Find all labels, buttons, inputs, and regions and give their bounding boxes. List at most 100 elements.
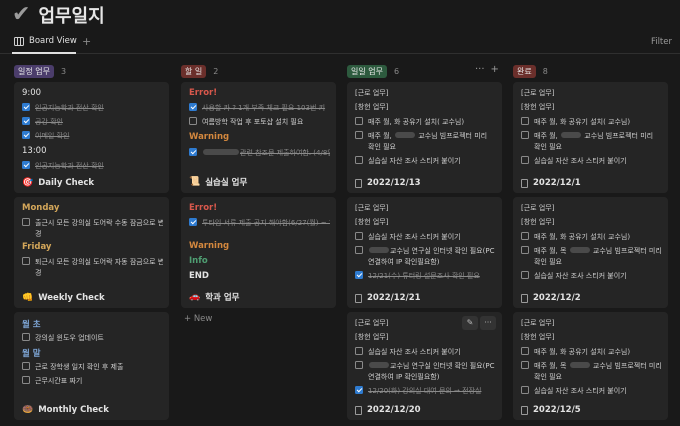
checkbox-icon[interactable] [22, 376, 30, 384]
todo-item[interactable]: 12/20(화) 강의실 대여 문의 → 전장실 [355, 386, 496, 396]
error-heading: Error! [189, 88, 218, 98]
card-done-1202[interactable]: [근로 업무] [창헌 업무] 매주 월, 화 공유기 설치( 교수님) 매주 … [513, 197, 668, 308]
card-done-1205[interactable]: [근로 업무] [창헌 업무] 매주 월, 화 공유기 설치( 교수님) 매주 … [513, 312, 668, 420]
card-daily-check[interactable]: 9:00 인공지능학과 전산 확인 공강 확인 이메일 확인 13:00 인공지… [14, 82, 169, 193]
todo-item[interactable]: 교수님 연구실 인터넷 확인 필요(PC [355, 361, 496, 371]
checkbox-checked-icon[interactable] [22, 117, 30, 125]
checkbox-checked-icon[interactable] [355, 271, 363, 279]
checkbox-icon[interactable] [22, 257, 30, 265]
todo-item[interactable]: 실습실 자산 조사 스티커 붙이기 [521, 271, 662, 281]
todo-item[interactable]: 교수님 연구실 인터넷 확인 필요(PC [355, 246, 496, 256]
column-tag: 일일 업무 [347, 64, 387, 78]
section-heading: [창헌 업무] [355, 333, 389, 341]
redacted-text [203, 149, 239, 155]
checkbox-icon[interactable] [521, 232, 529, 240]
checkbox-icon[interactable] [355, 232, 363, 240]
filter-button[interactable]: Filter [651, 37, 672, 47]
todo-item[interactable]: 실습실 자산 조사 스티커 붙이기 [521, 386, 662, 396]
todo-item[interactable]: 매주 월, 화 공유기 설치( 교수님) [521, 117, 662, 127]
checkbox-checked-icon[interactable] [22, 103, 30, 111]
checkbox-icon[interactable] [355, 131, 363, 139]
checkbox-checked-icon[interactable] [22, 131, 30, 139]
column-header-scheduled[interactable]: 일정 업무 3 [14, 64, 66, 78]
todo-item[interactable]: 12/21(수) 튜터링 설문조사 확인 필요 [355, 271, 496, 281]
todo-item-wrap: 연결하여 IP 확인필요함) [368, 373, 440, 381]
add-icon[interactable]: + [491, 64, 499, 75]
card-lab-tasks[interactable]: Error! 사용할 카 ? 1개 부족 체크 필요 103번 키 여름방학 작… [181, 82, 336, 193]
checkbox-checked-icon[interactable] [189, 218, 197, 226]
checkbox-checked-icon[interactable] [22, 161, 30, 169]
card-title: 2022/12/5 [521, 405, 581, 415]
todo-item[interactable]: 강의실 윈도우 업데이트 [22, 333, 163, 343]
column-actions: ··· + [475, 64, 499, 75]
checkbox-icon[interactable] [355, 347, 363, 355]
card-title: 📜 실습실 업무 [189, 177, 248, 188]
checkbox-icon[interactable] [355, 156, 363, 164]
section-heading: Monday [22, 203, 60, 213]
view-bar: Board View + Filter [0, 32, 680, 54]
todo-item[interactable]: 실습실 자산 조사 스티커 붙이기 [521, 156, 662, 166]
todo-item[interactable]: 퇴근시 모든 강의실 도어락 자동 잠금으로 변경 [22, 257, 163, 267]
checkbox-icon[interactable] [521, 156, 529, 164]
checkbox-checked-icon[interactable] [189, 103, 197, 111]
todo-item[interactable]: 출근시 모든 강의실 도어락 수동 잠금으로 변경 [22, 218, 163, 228]
card-daily-1220[interactable]: ✎ ··· [근로 업무] [창헌 업무] 실습실 자산 조사 스티커 붙이기 … [347, 312, 502, 420]
todo-item[interactable]: 공강 확인 [22, 117, 163, 127]
todo-item[interactable]: 실습실 자산 조사 스티커 붙이기 [355, 156, 496, 166]
card-dept-tasks[interactable]: Error! 투타임 서류 제출 공지 해야함(6/27(월) ~ 7/1(금)… [181, 197, 336, 308]
todo-item[interactable]: 사용할 카 ? 1개 부족 체크 필요 103번 키 [189, 103, 330, 113]
todo-item-wrap: 확인 필요 [368, 143, 396, 151]
checkbox-checked-icon[interactable] [355, 386, 363, 394]
todo-item[interactable]: 매주 월, 목 교수님 빔프로젝터 미리 [521, 361, 662, 371]
checkbox-icon[interactable] [355, 117, 363, 125]
todo-item[interactable]: 인공지능학과 전산 확인 [22, 161, 163, 171]
todo-item[interactable]: 매주 월, 화 공유기 설치( 교수님) [521, 347, 662, 357]
checkbox-icon[interactable] [521, 271, 529, 279]
hand-icon: 👊 [22, 293, 34, 303]
checkbox-icon[interactable] [355, 361, 363, 369]
card-title: 2022/12/21 [355, 293, 421, 303]
document-icon [521, 405, 528, 415]
card-daily-1221[interactable]: [근로 업무] [창헌 업무] 실습실 자산 조사 스티커 붙이기 교수님 연구… [347, 197, 502, 308]
todo-item[interactable]: 매주 월, 화 공유기 설치( 교수님) [521, 232, 662, 242]
card-daily-1213[interactable]: [근로 업무] [창헌 업무] 매주 월, 화 공유기 설치( 교수님) 매주 … [347, 82, 502, 193]
checkbox-icon[interactable] [521, 117, 529, 125]
card-weekly-check[interactable]: Monday 출근시 모든 강의실 도어락 수동 잠금으로 변경 경 Frida… [14, 197, 169, 308]
document-icon [521, 293, 528, 303]
todo-item[interactable]: 인공지능학과 전산 확인 [22, 103, 163, 113]
checkbox-icon[interactable] [521, 361, 529, 369]
new-card-button[interactable]: + New [184, 314, 212, 324]
checkbox-icon[interactable] [355, 246, 363, 254]
card-done-1201[interactable]: [근로 업무] [창헌 업무] 매주 월, 화 공유기 설치( 교수님) 매주 … [513, 82, 668, 193]
todo-item[interactable]: 관련 참조문 제출하여함. (4/8일까지) → 4월 초에 제출하는걸로 진행 [189, 148, 330, 158]
todo-item[interactable]: 근무시간표 짜기 [22, 376, 163, 386]
todo-item[interactable]: 실습실 자산 조사 스티커 붙이기 [355, 232, 496, 242]
todo-item[interactable]: 실습실 자산 조사 스티커 붙이기 [355, 347, 496, 357]
more-icon[interactable]: ··· [475, 64, 485, 75]
todo-item[interactable]: 매주 월, 교수님 빔프로젝터 미리 [355, 131, 496, 141]
checkbox-icon[interactable] [521, 246, 529, 254]
checkbox-icon[interactable] [22, 362, 30, 370]
todo-item[interactable]: 매주 월, 화 공유기 설치( 교수님) [355, 117, 496, 127]
add-view-button[interactable]: + [82, 35, 91, 48]
column-header-todo[interactable]: 할 일 2 [181, 64, 218, 78]
column-header-done[interactable]: 완료 8 [513, 64, 548, 78]
section-heading: [창헌 업무] [521, 333, 555, 341]
checkbox-icon[interactable] [521, 386, 529, 394]
todo-item[interactable]: 여름방학 작업 후 포토샵 설치 필요 [189, 117, 330, 127]
checkbox-icon[interactable] [521, 131, 529, 139]
todo-item[interactable]: 근로 장학생 일지 확인 후 제출 [22, 362, 163, 372]
todo-item[interactable]: 매주 월, 목 교수님 빔프로젝터 미리 [521, 246, 662, 256]
todo-item[interactable]: 투타임 서류 제출 공지 해야함(6/27(월) ~ 7/1(금)) [189, 218, 330, 228]
checkbox-icon[interactable] [22, 333, 30, 341]
checkbox-checked-icon[interactable] [189, 148, 197, 156]
todo-item[interactable]: 매주 월, 교수님 빔프로젝터 미리 [521, 131, 662, 141]
todo-item[interactable]: 이메일 확인 [22, 131, 163, 141]
checkbox-icon[interactable] [521, 347, 529, 355]
checkbox-icon[interactable] [22, 218, 30, 226]
card-monthly-check[interactable]: 월 초 강의실 윈도우 업데이트 월 말 근로 장학생 일지 확인 후 제출 근… [14, 312, 169, 420]
checkbox-icon[interactable] [189, 117, 197, 125]
column-header-daily[interactable]: 일일 업무 6 [347, 64, 399, 78]
page-title-text: 업무일지 [38, 6, 105, 27]
tab-board-view[interactable]: Board View [14, 36, 77, 46]
